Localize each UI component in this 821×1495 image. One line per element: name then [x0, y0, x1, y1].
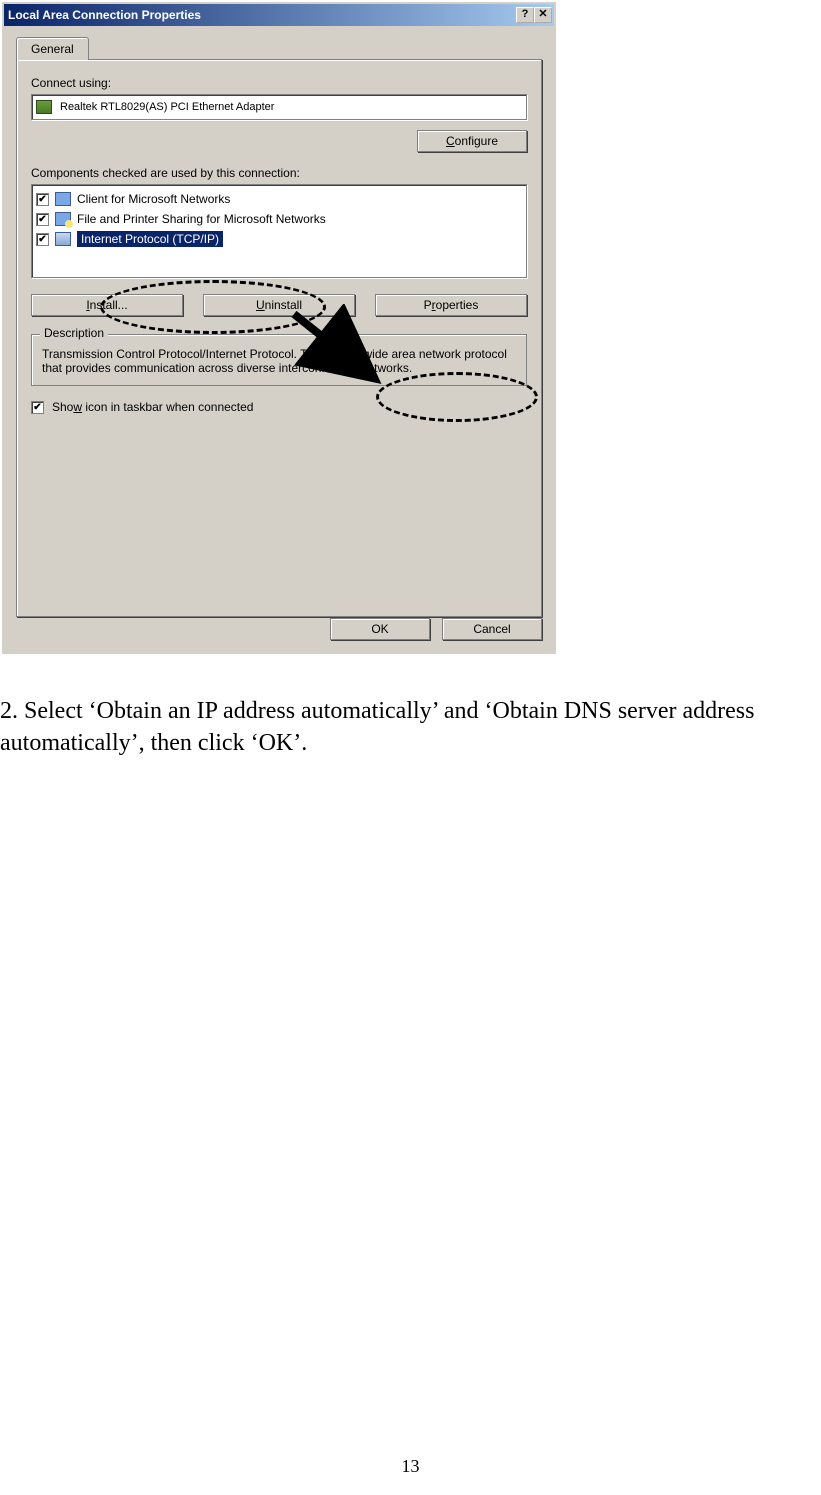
checkbox[interactable]: ✔	[36, 233, 49, 246]
description-label: Description	[40, 326, 108, 340]
description-groupbox: Description Transmission Control Protoco…	[31, 334, 527, 386]
protocol-icon	[55, 232, 71, 246]
close-button[interactable]: ✕	[534, 7, 552, 23]
configure-button[interactable]: Configure	[417, 130, 527, 152]
components-label: Components checked are used by this conn…	[31, 166, 527, 180]
titlebar[interactable]: Local Area Connection Properties ? ✕	[4, 4, 554, 26]
checkbox[interactable]: ✔	[36, 213, 49, 226]
install-button[interactable]: Install...	[31, 294, 183, 316]
uninstall-button[interactable]: Uninstall	[203, 294, 355, 316]
page-number: 13	[0, 1456, 821, 1477]
component-label: File and Printer Sharing for Microsoft N…	[77, 212, 326, 226]
nic-icon	[36, 100, 52, 114]
configure-button-suffix: onfigure	[455, 134, 498, 148]
list-item[interactable]: ✔ File and Printer Sharing for Microsoft…	[34, 209, 524, 229]
list-item[interactable]: ✔ Client for Microsoft Networks	[34, 189, 524, 209]
list-item[interactable]: ✔ Internet Protocol (TCP/IP)	[34, 229, 524, 249]
fileshare-icon	[55, 212, 71, 226]
component-label: Internet Protocol (TCP/IP)	[77, 231, 223, 247]
components-listbox[interactable]: ✔ Client for Microsoft Networks ✔ File a…	[31, 184, 527, 278]
adapter-name: Realtek RTL8029(AS) PCI Ethernet Adapter	[60, 101, 274, 113]
show-icon-checkbox[interactable]: ✔	[31, 401, 44, 414]
ok-button[interactable]: OK	[330, 618, 430, 640]
cancel-button[interactable]: Cancel	[442, 618, 542, 640]
checkbox[interactable]: ✔	[36, 193, 49, 206]
component-label: Client for Microsoft Networks	[77, 192, 230, 206]
help-button[interactable]: ?	[516, 7, 534, 23]
window-title: Local Area Connection Properties	[8, 8, 516, 22]
description-text: Transmission Control Protocol/Internet P…	[42, 347, 516, 375]
properties-dialog: Local Area Connection Properties ? ✕ Gen…	[2, 2, 556, 654]
client-icon	[55, 192, 71, 206]
show-icon-label: Show icon in taskbar when connected	[52, 400, 253, 414]
adapter-field[interactable]: Realtek RTL8029(AS) PCI Ethernet Adapter	[31, 94, 527, 120]
tab-general[interactable]: General	[16, 37, 89, 60]
properties-button[interactable]: Properties	[375, 294, 527, 316]
connect-using-label: Connect using:	[31, 76, 527, 90]
tab-panel-general: Connect using: Realtek RTL8029(AS) PCI E…	[16, 59, 542, 617]
instruction-text: 2. Select ‘Obtain an IP address automati…	[0, 695, 820, 760]
